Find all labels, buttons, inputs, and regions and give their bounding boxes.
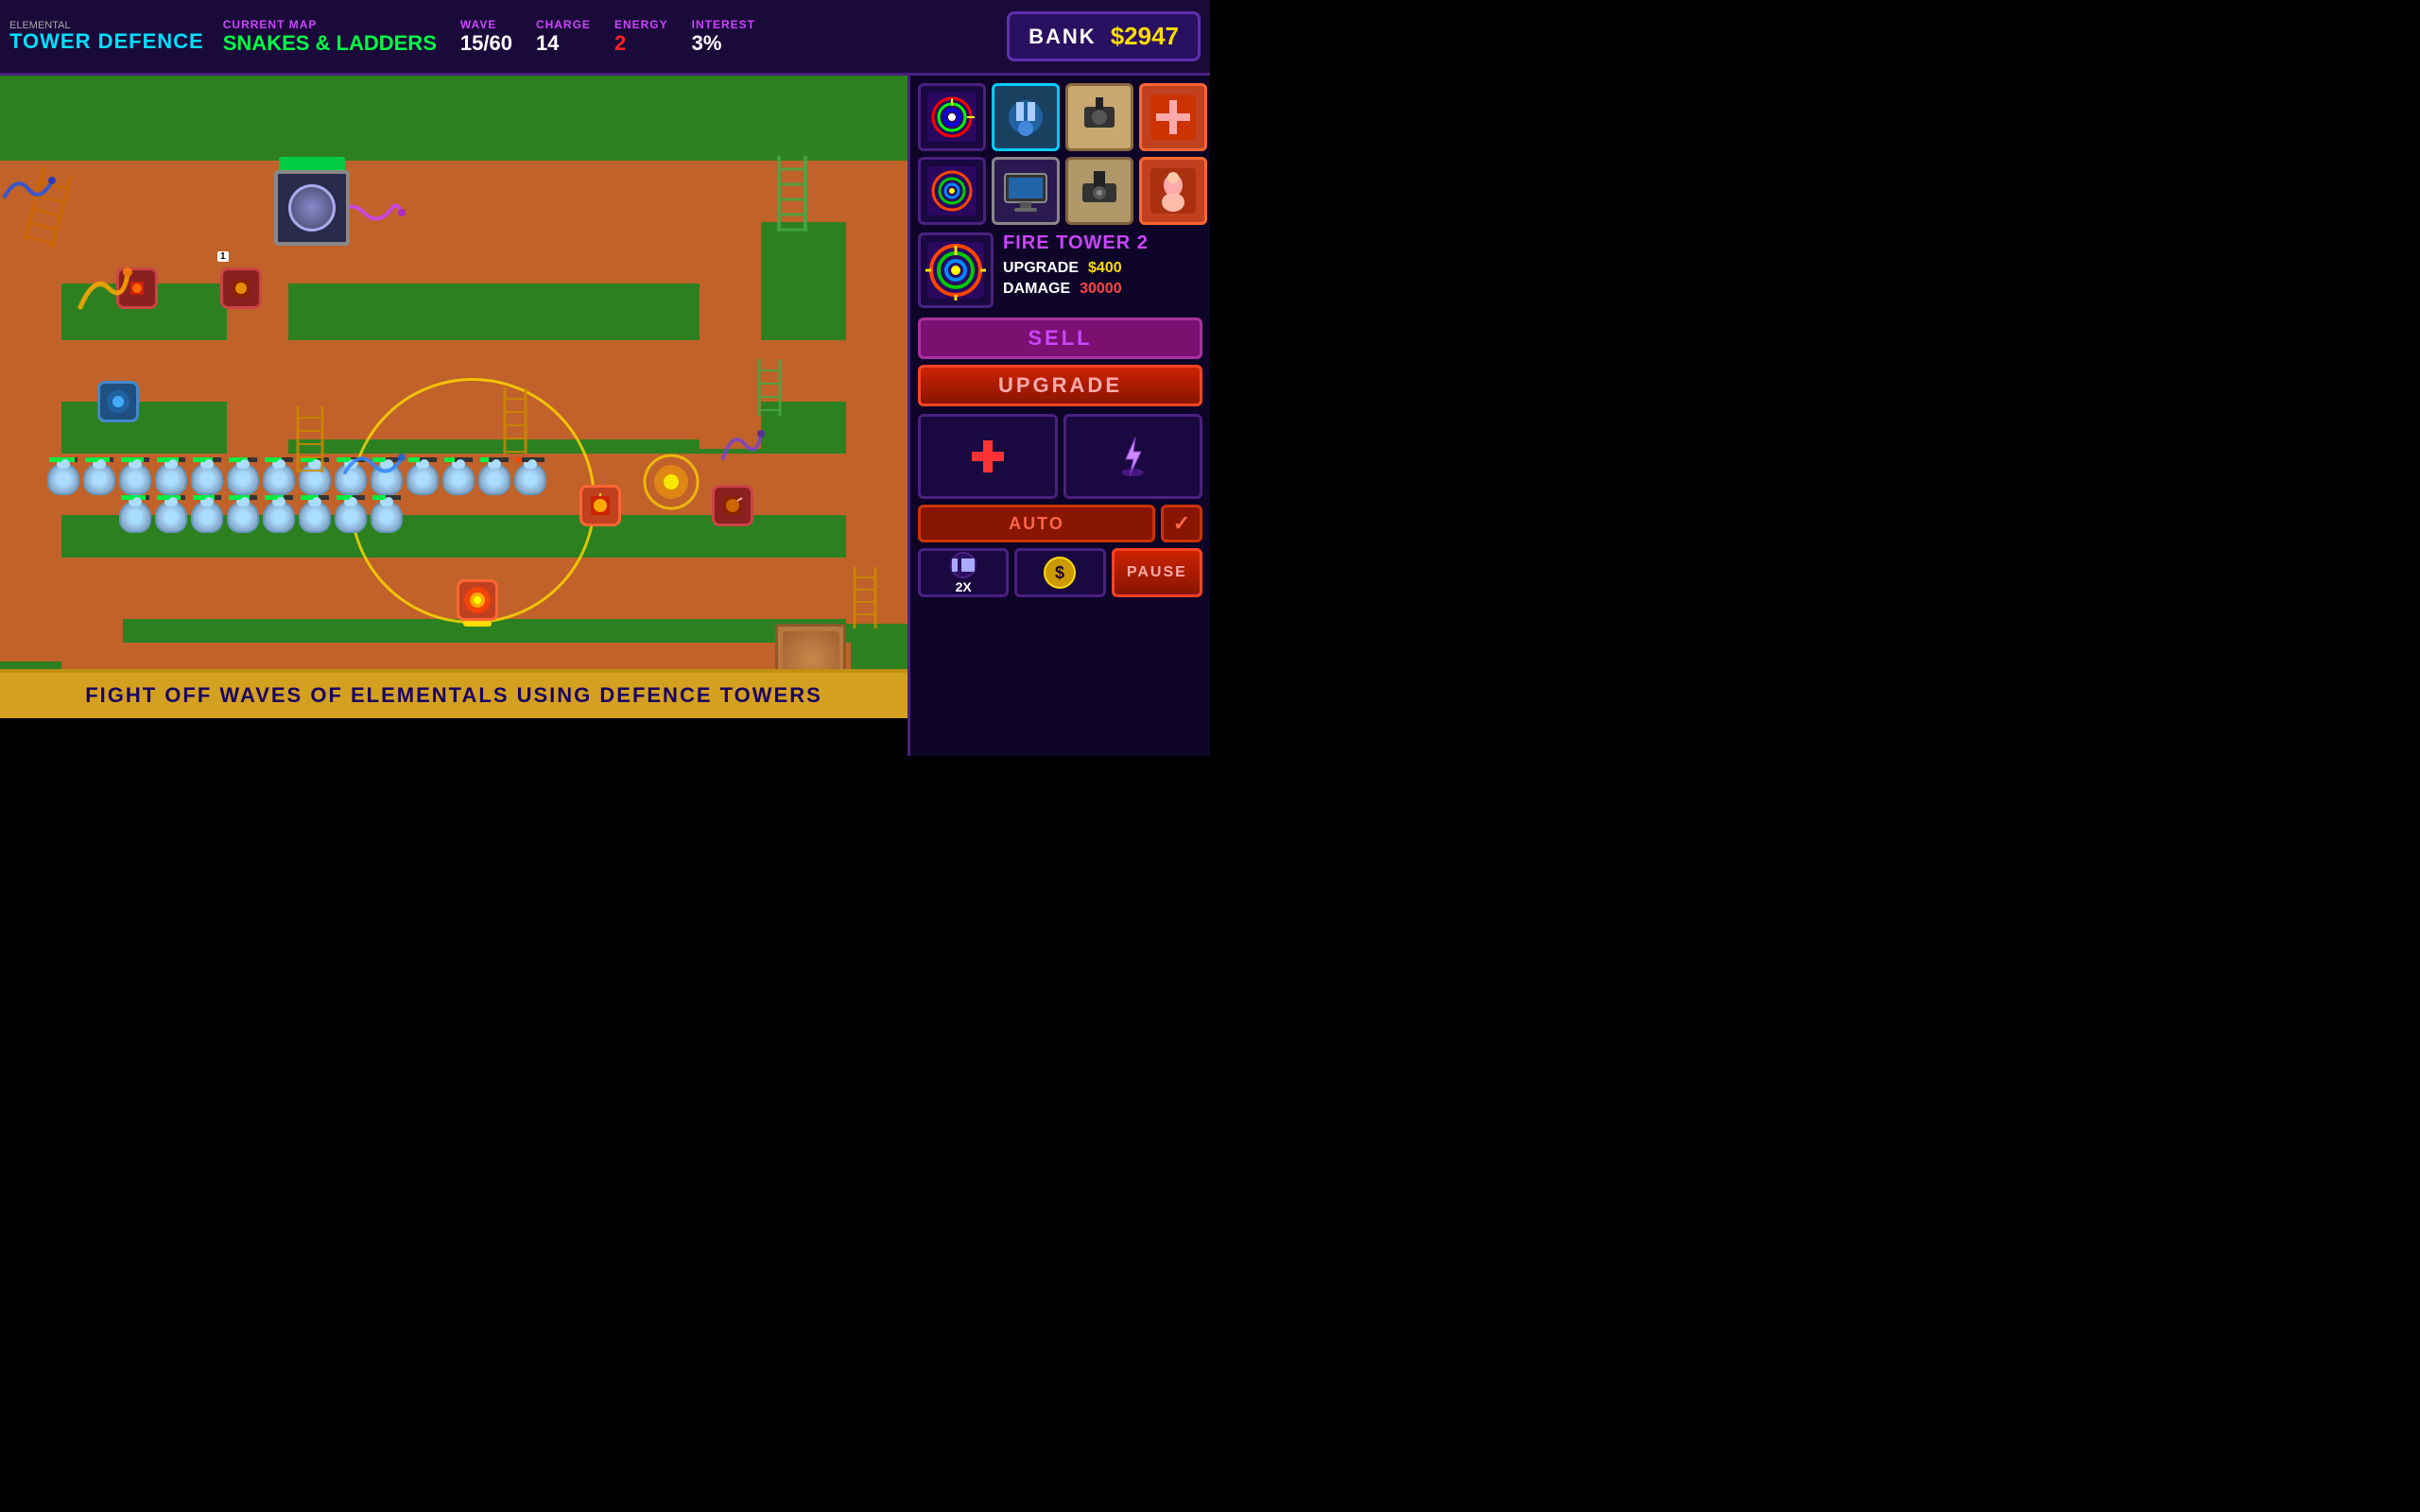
snake-deco1 (76, 265, 132, 317)
tower-card-3[interactable] (1065, 83, 1133, 151)
ladder-deco3 (501, 387, 529, 458)
bottom-control-row: 2X $ PAUSE (918, 548, 1202, 597)
upgrade-button[interactable]: UPGRADE (918, 365, 1202, 406)
tower-card-2[interactable] (992, 83, 1060, 151)
tower-card-4[interactable] (1139, 83, 1207, 151)
enemy (155, 501, 187, 533)
snake-deco3 (340, 444, 406, 487)
right-panel: FIRE TOWER 2 UPGRADE $400 DAMAGE 30000 S… (908, 76, 1210, 756)
enemy (299, 501, 331, 533)
bottom-message: FIGHT OFF WAVES OF ELEMENTALS USING DEFE… (85, 683, 822, 708)
auto-row: AUTO ✓ (918, 505, 1202, 542)
interest-stat: INTEREST 3% (692, 18, 755, 56)
heal-card[interactable] (918, 414, 1058, 499)
wave-stat: WAVE 15/60 (460, 18, 512, 56)
enemy (119, 501, 151, 533)
tower-detail-image (918, 232, 994, 308)
wave-value: 15/60 (460, 31, 512, 56)
enemy (371, 501, 403, 533)
tower-blue1[interactable] (95, 378, 142, 425)
snake-deco5 (0, 170, 57, 208)
upgrade-label: UPGRADE (1003, 260, 1079, 277)
charge-stat: CHARGE 14 (536, 18, 591, 56)
damage-label: DAMAGE (1003, 281, 1070, 298)
tower-card-8[interactable] (1139, 157, 1207, 225)
enemy (335, 501, 367, 533)
bank-area: BANK $2947 (1007, 11, 1201, 61)
enemy (478, 463, 510, 495)
ladder-deco5 (756, 359, 783, 421)
damage-stat: DAMAGE 30000 (1003, 281, 1202, 298)
charge-label: CHARGE (536, 18, 591, 31)
enemy (514, 463, 546, 495)
ladder-deco6 (851, 567, 879, 633)
money-button[interactable]: $ (1014, 548, 1105, 597)
enemy (191, 463, 223, 495)
svg-text:$: $ (1055, 563, 1064, 582)
current-map-label: CURRENT MAP (223, 18, 318, 31)
enemy (191, 501, 223, 533)
enemy (83, 463, 115, 495)
enemy (119, 463, 151, 495)
speed-button[interactable]: 2X (918, 548, 1009, 597)
game-logo: ELEMENTAL TOWER DEFENCE (9, 21, 204, 52)
tower-card-5[interactable] (918, 157, 986, 225)
enemy (227, 463, 259, 495)
tower-red2[interactable] (577, 482, 624, 529)
speed-label: 2X (956, 579, 972, 594)
map-name: SNAKES & LADDERS (223, 31, 437, 56)
bottom-icon-grid (918, 414, 1202, 499)
fire-tower-selected[interactable] (454, 576, 501, 624)
auto-button[interactable]: AUTO (918, 505, 1155, 542)
enemy (406, 463, 439, 495)
storm-card[interactable] (1063, 414, 1203, 499)
current-map-stat: CURRENT MAP SNAKES & LADDERS (223, 18, 437, 56)
tower-detail-info: FIRE TOWER 2 UPGRADE $400 DAMAGE 30000 (1003, 232, 1202, 301)
tower-red3[interactable] (709, 482, 756, 529)
snake-deco4 (718, 425, 766, 468)
upgrade-stat: UPGRADE $400 (1003, 260, 1202, 277)
charge-value: 14 (536, 31, 559, 56)
enemy (442, 463, 475, 495)
enemy (263, 463, 295, 495)
bottom-message-bar: FIGHT OFF WAVES OF ELEMENTALS USING DEFE… (0, 669, 908, 718)
tower-card-6[interactable] (992, 157, 1060, 225)
ladder-deco2 (293, 406, 327, 477)
energy-label: ENERGY (614, 18, 668, 31)
enemy (155, 463, 187, 495)
tower-name: FIRE TOWER 2 (1003, 232, 1202, 254)
enemy (263, 501, 295, 533)
wave-label: WAVE (460, 18, 496, 31)
sell-button[interactable]: SELL (918, 318, 1202, 359)
tower-grid (918, 83, 1202, 225)
portal-entry (274, 170, 369, 265)
tower-card-7[interactable] (1065, 157, 1133, 225)
auto-check-button[interactable]: ✓ (1161, 505, 1202, 542)
pause-button[interactable]: PAUSE (1112, 548, 1202, 597)
tower-mixed1[interactable]: 1 (217, 265, 265, 312)
interest-label: INTEREST (692, 18, 755, 31)
bank-value: $2947 (1111, 22, 1179, 51)
explosion-effect (643, 454, 700, 510)
game-header: ELEMENTAL TOWER DEFENCE CURRENT MAP SNAK… (0, 0, 1210, 76)
enemy (47, 463, 79, 495)
interest-value: 3% (692, 31, 722, 56)
energy-stat: ENERGY 2 (614, 18, 668, 56)
tower-detail: FIRE TOWER 2 UPGRADE $400 DAMAGE 30000 (918, 232, 1202, 308)
energy-value: 2 (614, 31, 626, 56)
tower-card-1[interactable] (918, 83, 986, 151)
enemy (227, 501, 259, 533)
upgrade-cost: $400 (1088, 260, 1122, 277)
game-map[interactable]: 1 (0, 76, 908, 718)
logo-big: TOWER DEFENCE (9, 31, 204, 52)
bank-label: BANK (1028, 25, 1097, 49)
damage-value: 30000 (1080, 281, 1122, 298)
ladder-deco4 (775, 156, 809, 236)
